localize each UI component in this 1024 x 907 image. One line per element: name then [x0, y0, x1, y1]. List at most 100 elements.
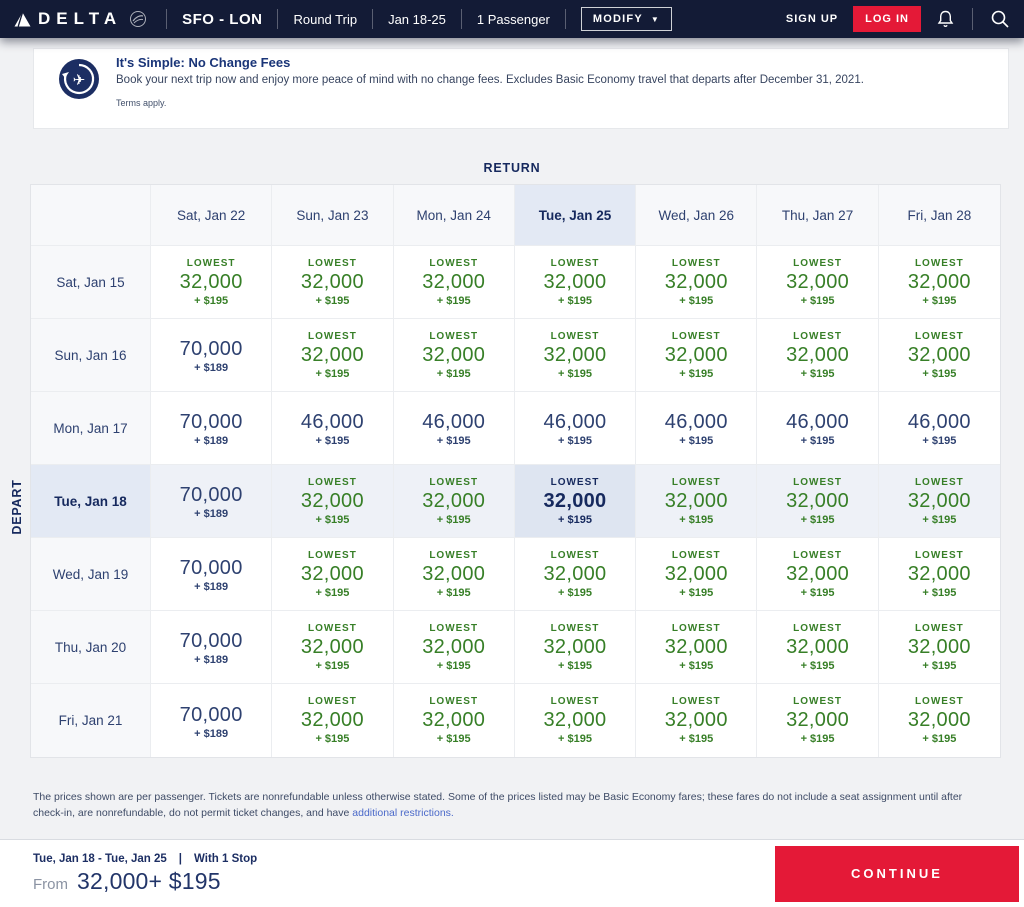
- fare-cell[interactable]: 46,000+ $195: [272, 392, 393, 465]
- miles-price: 32,000: [544, 636, 607, 659]
- lowest-badge: LOWEST: [429, 258, 478, 269]
- fare-cell[interactable]: 70,000+ $189: [151, 392, 272, 465]
- lowest-badge: LOWEST: [429, 331, 478, 342]
- cash-price: + $195: [437, 435, 471, 447]
- fare-cell[interactable]: LOWEST32,000+ $195: [272, 538, 393, 611]
- fare-cell[interactable]: LOWEST32,000+ $195: [757, 319, 878, 392]
- fare-cell[interactable]: LOWEST32,000+ $195: [879, 319, 1000, 392]
- fare-cell[interactable]: LOWEST32,000+ $195: [515, 538, 636, 611]
- depart-date-text: Wed, Jan 19: [53, 567, 129, 582]
- fare-cell[interactable]: LOWEST32,000+ $195: [272, 611, 393, 684]
- cash-price: + $195: [679, 514, 713, 526]
- fare-cell[interactable]: LOWEST32,000+ $195: [757, 684, 878, 757]
- fare-cell[interactable]: LOWEST32,000+ $195: [636, 246, 757, 319]
- fare-cell[interactable]: LOWEST32,000+ $195: [515, 319, 636, 392]
- fare-cell[interactable]: LOWEST32,000+ $195: [636, 465, 757, 538]
- miles-price: 32,000: [908, 709, 971, 732]
- fare-cell[interactable]: LOWEST32,000+ $195: [636, 319, 757, 392]
- cash-price: + $195: [679, 733, 713, 745]
- lowest-badge: LOWEST: [915, 258, 964, 269]
- cash-price: + $195: [679, 368, 713, 380]
- fare-cell[interactable]: 46,000+ $195: [757, 392, 878, 465]
- fare-cell[interactable]: LOWEST32,000+ $195: [515, 611, 636, 684]
- fare-cell[interactable]: 46,000+ $195: [636, 392, 757, 465]
- fare-cell[interactable]: LOWEST32,000+ $195: [636, 611, 757, 684]
- fare-cell[interactable]: LOWEST32,000+ $195: [879, 246, 1000, 319]
- search-icon[interactable]: [990, 9, 1010, 29]
- fare-cell[interactable]: LOWEST32,000+ $195: [394, 465, 515, 538]
- fare-cell[interactable]: 46,000+ $195: [879, 392, 1000, 465]
- fare-cell[interactable]: LOWEST32,000+ $195: [757, 246, 878, 319]
- fare-cell[interactable]: LOWEST32,000+ $195: [394, 684, 515, 757]
- fare-cell[interactable]: LOWEST32,000+ $195: [879, 611, 1000, 684]
- fare-cell[interactable]: 46,000+ $195: [515, 392, 636, 465]
- depart-date-label: Sun, Jan 16: [31, 319, 151, 392]
- fare-cell[interactable]: LOWEST32,000+ $195: [636, 538, 757, 611]
- calendar-corner-cell: [31, 185, 151, 246]
- fare-cell[interactable]: 46,000+ $195: [394, 392, 515, 465]
- miles-price: 32,000: [908, 563, 971, 586]
- terms-apply-link[interactable]: Terms apply.: [116, 98, 166, 108]
- lowest-badge: LOWEST: [308, 331, 357, 342]
- log-in-button[interactable]: LOG IN: [853, 6, 921, 32]
- cash-price: + $195: [558, 733, 592, 745]
- miles-price: 32,000: [301, 563, 364, 586]
- fare-cell[interactable]: LOWEST32,000+ $195: [151, 246, 272, 319]
- nav-divider: [166, 9, 167, 29]
- fare-cell[interactable]: LOWEST32,000+ $195: [394, 611, 515, 684]
- miles-price: 70,000: [180, 484, 243, 507]
- fare-cell[interactable]: LOWEST32,000+ $195: [394, 319, 515, 392]
- miles-price: 32,000: [301, 344, 364, 367]
- fare-cell-selected[interactable]: LOWEST32,000+ $195: [515, 465, 636, 538]
- continue-button[interactable]: CONTINUE: [775, 846, 1019, 902]
- fare-cell[interactable]: 70,000+ $189: [151, 684, 272, 757]
- return-date-label: Fri, Jan 28: [907, 208, 971, 223]
- miles-price: 46,000: [544, 411, 607, 434]
- miles-price: 32,000: [786, 344, 849, 367]
- cash-price: + $195: [194, 295, 228, 307]
- notification-bell-icon[interactable]: [936, 9, 955, 29]
- fare-cell[interactable]: 70,000+ $189: [151, 538, 272, 611]
- fare-cell[interactable]: LOWEST32,000+ $195: [272, 465, 393, 538]
- fare-cell[interactable]: LOWEST32,000+ $195: [272, 246, 393, 319]
- nav-divider: [461, 9, 462, 29]
- sign-up-link[interactable]: SIGN UP: [786, 13, 838, 25]
- fare-cell[interactable]: LOWEST32,000+ $195: [757, 465, 878, 538]
- miles-price: 32,000: [180, 271, 243, 294]
- lowest-badge: LOWEST: [915, 696, 964, 707]
- fare-cell[interactable]: LOWEST32,000+ $195: [879, 684, 1000, 757]
- lowest-badge: LOWEST: [551, 696, 600, 707]
- fare-cell[interactable]: 70,000+ $189: [151, 319, 272, 392]
- fare-cell[interactable]: LOWEST32,000+ $195: [757, 611, 878, 684]
- fare-cell[interactable]: LOWEST32,000+ $195: [636, 684, 757, 757]
- additional-restrictions-link[interactable]: additional restrictions.: [352, 807, 454, 819]
- depart-date-text: Fri, Jan 21: [59, 713, 123, 728]
- fare-cell[interactable]: 70,000+ $189: [151, 611, 272, 684]
- delta-logo[interactable]: DELTA: [14, 9, 147, 29]
- cash-price: + $195: [558, 660, 592, 672]
- cash-price: + $195: [922, 660, 956, 672]
- cash-price: + $195: [922, 295, 956, 307]
- miles-price: 32,000: [544, 271, 607, 294]
- fare-cell[interactable]: LOWEST32,000+ $195: [515, 684, 636, 757]
- date-range-summary: Jan 18-25: [388, 12, 446, 27]
- lowest-badge: LOWEST: [308, 696, 357, 707]
- fare-cell[interactable]: LOWEST32,000+ $195: [515, 246, 636, 319]
- fare-cell[interactable]: 70,000+ $189: [151, 465, 272, 538]
- fare-cell[interactable]: LOWEST32,000+ $195: [757, 538, 878, 611]
- miles-price: 32,000: [665, 563, 728, 586]
- fare-cell[interactable]: LOWEST32,000+ $195: [879, 538, 1000, 611]
- fare-cell[interactable]: LOWEST32,000+ $195: [879, 465, 1000, 538]
- fare-cell[interactable]: LOWEST32,000+ $195: [272, 684, 393, 757]
- modify-button[interactable]: MODIFY ▼: [581, 7, 672, 31]
- delta-triangle-icon: [14, 12, 31, 27]
- fare-cell[interactable]: LOWEST32,000+ $195: [394, 246, 515, 319]
- fare-cell[interactable]: LOWEST32,000+ $195: [394, 538, 515, 611]
- selected-dates: Tue, Jan 18 - Tue, Jan 25: [33, 853, 167, 865]
- cash-price: + $195: [679, 587, 713, 599]
- fare-cell[interactable]: LOWEST32,000+ $195: [272, 319, 393, 392]
- cash-price: + $195: [437, 295, 471, 307]
- miles-price: 32,000: [665, 709, 728, 732]
- miles-price: 32,000: [422, 636, 485, 659]
- depart-date-label: Thu, Jan 20: [31, 611, 151, 684]
